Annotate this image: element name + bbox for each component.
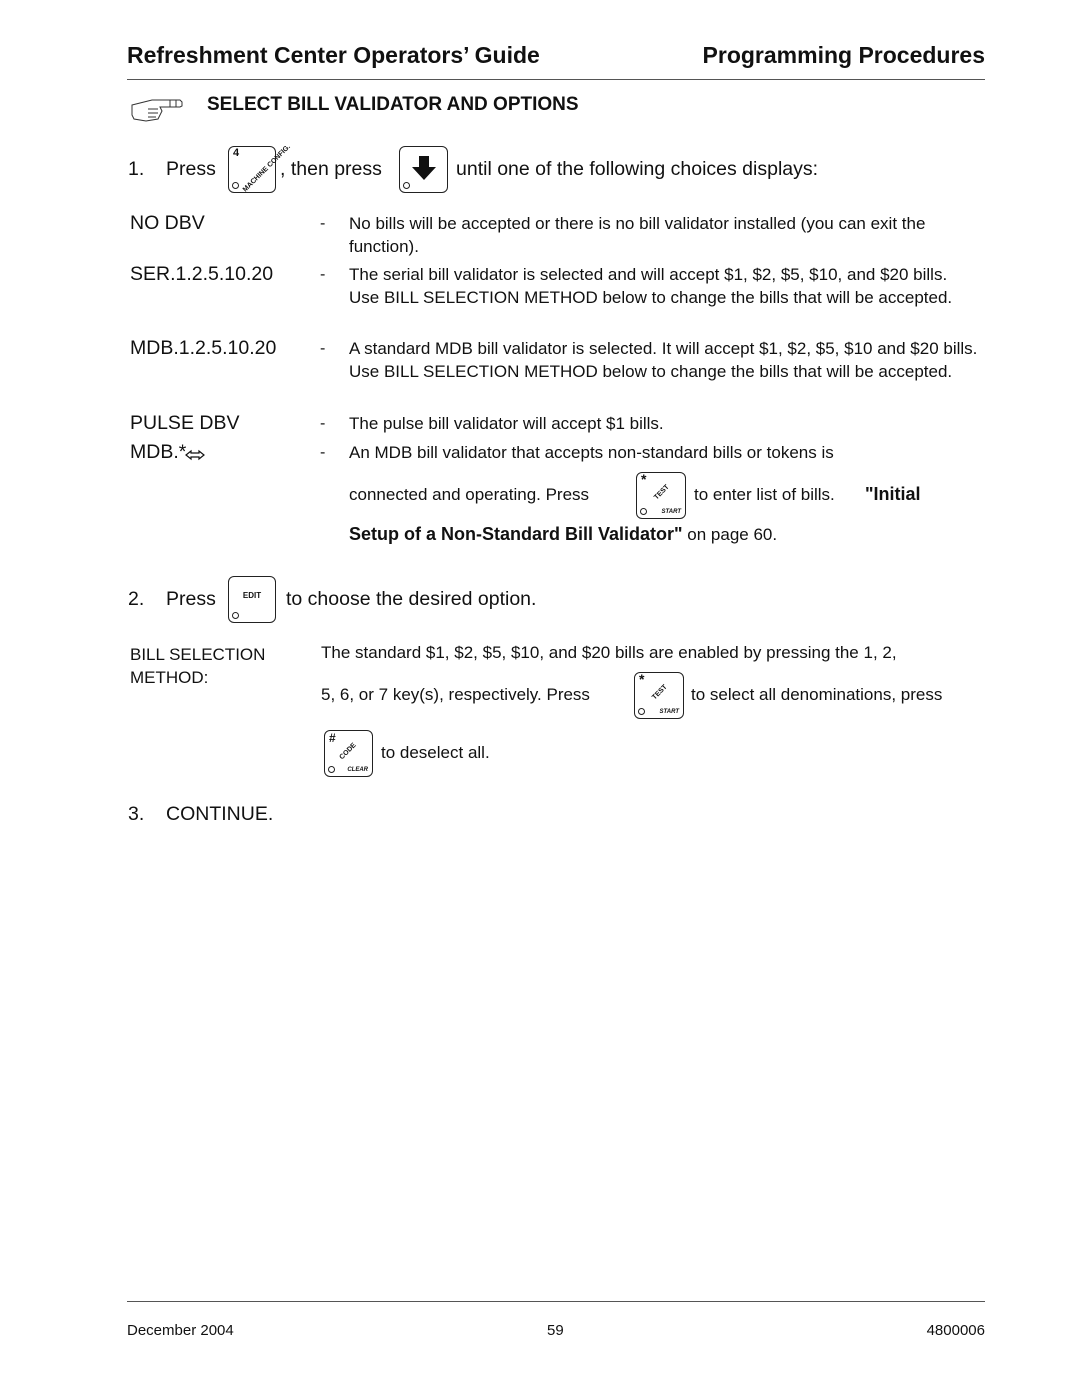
step2-press: Press [166,588,216,610]
code-clear-key-icon: # CODE CLEAR [324,730,373,777]
key-top-label: * [641,471,647,487]
key-top-label: # [329,731,336,745]
key-led [638,708,645,715]
edit-key-icon: EDIT [228,576,276,623]
option-desc: The serial bill validator is selected an… [349,265,953,307]
option-dash: - [320,340,326,357]
test-start-key-icon: * TEST START [636,471,686,519]
bill-selection-label-line1: BILL SELECTION [130,645,266,664]
option-dash: - [320,215,326,232]
key-diag-label: TEST [651,683,669,702]
bill-selection-line2-prefix: 5, 6, or 7 key(s), respectively. Press [321,685,590,704]
key-bottom-label: START [659,709,679,715]
step3-number: 3. [128,803,145,825]
header-title: Refreshment Center Operators’ Guide [127,42,540,68]
bill-selection-line3-suffix: to deselect all. [381,743,490,762]
option-desc: No bills will be accepted or there is no… [349,214,926,256]
key-diag-label: CODE [338,741,358,762]
section-title: SELECT BILL VALIDATOR AND OPTIONS [207,94,579,115]
step1-number: 1. [128,158,145,180]
initial-setup-reference: Setup of a Non-Standard Bill Validator" … [349,524,777,545]
initial-setup-link-part1[interactable]: "Initial [865,484,921,505]
footer-rule [127,1301,985,1302]
option-dash: - [320,415,326,432]
footer-page-number: 59 [547,1322,564,1339]
key-top-label: 4 [233,147,240,159]
option-dash: - [320,266,326,283]
step1-suffix: until one of the following choices displ… [456,158,819,180]
pointing-hand-icon [130,97,186,123]
option-desc: The pulse bill validator will accept $1 … [349,414,664,433]
key-label: EDIT [242,591,262,600]
mdb-star-line2-suffix: to enter list of bills. [694,485,835,504]
option-name: MDB.1.2.5.10.20 [130,337,277,359]
key-led [640,508,647,515]
step3-text: CONTINUE. [166,803,274,825]
mdb-star-line2-prefix: connected and operating. Press [349,485,590,504]
key-diag-label: TEST [653,483,671,502]
bill-selection-line2-suffix: to select all denominations, press [691,685,943,704]
key-led [232,182,239,189]
key-top-label: * [639,671,645,687]
step1-press: Press [166,158,216,180]
key-bottom-label: START [661,509,681,515]
option-dash: - [320,444,326,461]
option-desc: An MDB bill validator that accepts non-s… [349,443,834,462]
page-reference: on page 60. [682,525,778,544]
key-led [232,612,239,619]
bill-selection-line1: The standard $1, $2, $5, $10, and $20 bi… [321,643,897,662]
key-bottom-label: CLEAR [347,767,368,773]
step1-then-press: , then press [280,158,382,180]
option-name: MDB.* [130,441,187,463]
option-name: SER.1.2.5.10.20 [130,263,274,285]
footer-doc-number: 4800006 [926,1322,985,1339]
key-led [328,766,335,773]
machine-config-key-icon: 4 MACHINE CONFIG. [228,143,292,194]
option-name: PULSE DBV [130,412,240,434]
header-rule [127,79,985,80]
down-arrow-key-icon [399,146,448,193]
step2-suffix: to choose the desired option. [286,588,537,610]
diamond-arrows-icon [183,448,207,461]
header-section: Programming Procedures [702,42,985,68]
option-name: NO DBV [130,212,205,234]
bill-selection-label-line2: METHOD: [130,668,209,687]
key-led [403,182,410,189]
step2-number: 2. [128,588,145,610]
initial-setup-link-part2[interactable]: Setup of a Non-Standard Bill Validator" [349,524,683,544]
footer-date: December 2004 [127,1322,234,1339]
option-desc: A standard MDB bill validator is selecte… [349,339,978,381]
test-start-key-icon: * TEST START [634,671,684,719]
